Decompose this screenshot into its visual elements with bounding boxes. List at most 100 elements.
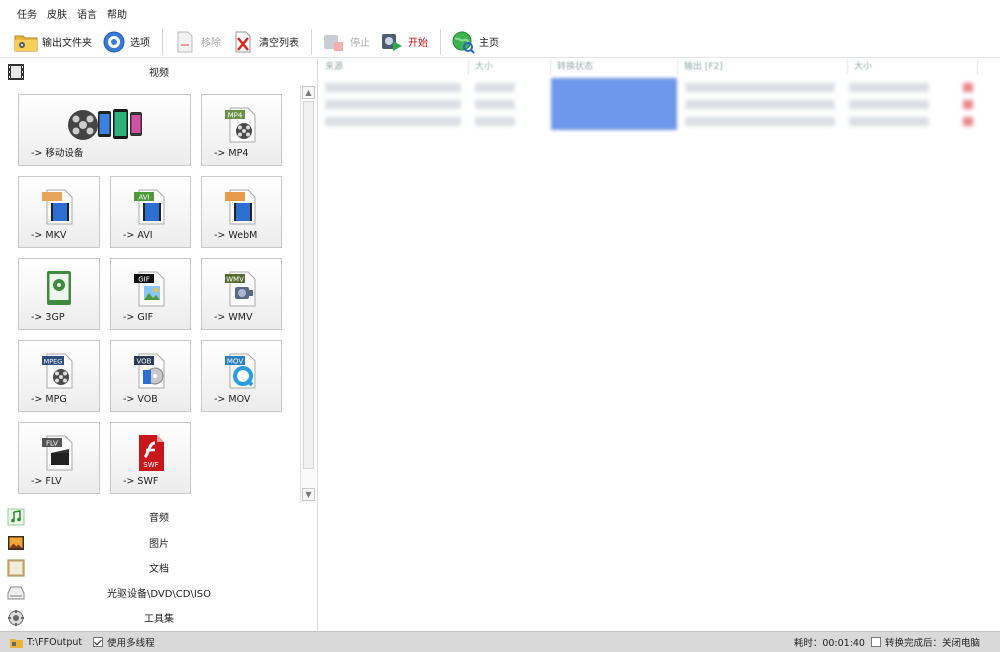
category-document-label: 文档 bbox=[149, 564, 169, 575]
avi-file-icon: AVI bbox=[131, 187, 171, 227]
format-tile-flv[interactable]: FLV -> FLV bbox=[18, 422, 100, 494]
format-tile-mpg[interactable]: MPEG -> MPG bbox=[18, 340, 100, 412]
category-video[interactable]: 视频 bbox=[0, 59, 318, 84]
tag-avi: AVI bbox=[138, 194, 149, 202]
remove-task-icon[interactable] bbox=[963, 100, 973, 109]
table-row[interactable] bbox=[319, 96, 1000, 113]
scroll-up-arrow-icon[interactable]: ▲ bbox=[302, 86, 315, 99]
blurred-cell bbox=[685, 100, 835, 109]
output-path[interactable]: T:\FFOutput bbox=[27, 637, 82, 648]
folder-icon bbox=[14, 30, 38, 54]
output-folder-label: 输出文件夹 bbox=[42, 38, 92, 49]
category-document[interactable]: 文档 bbox=[0, 555, 318, 580]
multithread-label: 使用多线程 bbox=[107, 638, 155, 649]
format-tile-label: -> WMV bbox=[214, 312, 253, 323]
optical-drive-icon bbox=[7, 584, 25, 602]
tag-vob: VOB bbox=[136, 358, 151, 366]
remove-label: 移除 bbox=[201, 38, 221, 49]
home-button[interactable]: 主页 bbox=[447, 28, 503, 56]
format-tile-swf[interactable]: SWF -> SWF bbox=[110, 422, 191, 494]
format-tile-mp4[interactable]: MP4 -> MP4 bbox=[201, 94, 282, 166]
category-picture-label: 图片 bbox=[149, 539, 169, 550]
format-tile-mobile[interactable]: -> 移动设备 bbox=[18, 94, 191, 166]
wmv-file-icon: WMV bbox=[222, 269, 262, 309]
multithread-checkbox[interactable] bbox=[93, 637, 104, 647]
format-tile-webm[interactable]: -> WebM bbox=[201, 176, 282, 248]
column-header-output[interactable]: 输出 [F2] bbox=[678, 59, 848, 75]
options-button[interactable]: 选项 bbox=[98, 28, 154, 56]
menu-language[interactable]: 语言 bbox=[72, 6, 102, 21]
format-tile-gif[interactable]: GIF -> GIF bbox=[110, 258, 191, 330]
clear-list-button[interactable]: 清空列表 bbox=[227, 28, 303, 56]
category-audio[interactable]: 音频 bbox=[0, 504, 318, 529]
column-header-status[interactable]: 转换状态 bbox=[551, 59, 678, 75]
format-tile-label: -> GIF bbox=[123, 312, 154, 323]
output-folder-icon[interactable] bbox=[10, 637, 23, 648]
menu-bar: 任务 皮肤 语言 帮助 bbox=[0, 0, 1000, 26]
elapsed-time: 耗时：00:01:40 bbox=[793, 638, 865, 649]
category-picture[interactable]: 图片 bbox=[0, 530, 318, 555]
mobile-devices-icon bbox=[65, 105, 145, 145]
remove-task-icon[interactable] bbox=[963, 117, 973, 126]
start-button[interactable]: 开始 bbox=[376, 28, 432, 56]
remove-task-icon[interactable] bbox=[963, 83, 973, 92]
after-convert-checkbox[interactable] bbox=[870, 637, 881, 647]
column-header-size[interactable]: 大小 bbox=[469, 59, 551, 75]
format-tile-label: -> WebM bbox=[214, 230, 258, 241]
stop-label: 停止 bbox=[350, 38, 370, 49]
category-optical-drive[interactable]: 光驱设备\DVD\CD\ISO bbox=[0, 580, 318, 605]
blurred-cell bbox=[325, 83, 461, 92]
tag-mov: MOV bbox=[226, 358, 242, 366]
format-tile-label: -> VOB bbox=[123, 394, 158, 405]
scroll-down-arrow-icon[interactable]: ▼ bbox=[302, 488, 315, 501]
format-tile-label: -> AVI bbox=[123, 230, 153, 241]
format-tile-label: -> FLV bbox=[31, 476, 62, 487]
blurred-cell bbox=[685, 83, 835, 92]
menu-help[interactable]: 帮助 bbox=[102, 6, 132, 21]
tile-grid-scrollbar[interactable]: ▲ ▼ bbox=[300, 85, 316, 503]
toolbar-separator bbox=[311, 28, 312, 55]
blurred-cell bbox=[475, 117, 515, 126]
blurred-cell bbox=[325, 117, 461, 126]
format-tile-wmv[interactable]: WMV -> WMV bbox=[201, 258, 282, 330]
table-row[interactable] bbox=[319, 79, 1000, 96]
tag-gif: GIF bbox=[138, 276, 150, 284]
toolbox-icon bbox=[7, 609, 25, 627]
options-label: 选项 bbox=[130, 38, 150, 49]
document-icon bbox=[7, 559, 25, 577]
blurred-cell bbox=[849, 117, 929, 126]
conversion-type-panel: 视频 -> 移动设备 MP4 -> MP4 -> MKV AVI -> AVI … bbox=[0, 59, 318, 631]
format-tile-vob[interactable]: VOB -> VOB bbox=[110, 340, 191, 412]
format-tile-mkv[interactable]: -> MKV bbox=[18, 176, 100, 248]
stop-icon bbox=[322, 30, 346, 54]
output-folder-button[interactable]: 输出文件夹 bbox=[10, 28, 96, 56]
task-list-header: 来源 大小 转换状态 输出 [F2] 大小 bbox=[319, 59, 1000, 75]
start-play-icon bbox=[380, 30, 404, 54]
tag-mp4: MP4 bbox=[227, 112, 242, 120]
column-header-source[interactable]: 来源 bbox=[319, 59, 469, 75]
gif-file-icon: GIF bbox=[131, 269, 171, 309]
remove-file-icon bbox=[173, 30, 197, 54]
swf-file-icon: SWF bbox=[131, 433, 171, 473]
format-tile-mov[interactable]: MOV -> MOV bbox=[201, 340, 282, 412]
format-tile-grid: -> 移动设备 MP4 -> MP4 -> MKV AVI -> AVI -> bbox=[0, 87, 300, 503]
format-tile-3gp[interactable]: -> 3GP bbox=[18, 258, 100, 330]
scroll-thumb[interactable] bbox=[303, 101, 314, 469]
after-convert-label[interactable]: 转换完成后：关闭电脑 bbox=[885, 635, 980, 649]
menu-task[interactable]: 任务 bbox=[12, 6, 42, 21]
clear-list-icon bbox=[231, 30, 255, 54]
3gp-file-icon bbox=[39, 269, 79, 309]
toolbar-separator bbox=[440, 28, 441, 55]
toolbar: 输出文件夹 选项 移除 清空列表 停止 开始 主页 bbox=[0, 26, 1000, 58]
globe-home-icon bbox=[451, 30, 475, 54]
format-tile-avi[interactable]: AVI -> AVI bbox=[110, 176, 191, 248]
category-video-label: 视频 bbox=[149, 68, 169, 79]
category-toolbox[interactable]: 工具集 bbox=[0, 605, 318, 630]
menu-skin[interactable]: 皮肤 bbox=[42, 6, 72, 21]
column-header-output-size[interactable]: 大小 bbox=[848, 59, 978, 75]
music-note-icon bbox=[7, 508, 25, 526]
tag-mpeg: MPEG bbox=[44, 358, 63, 366]
stop-button[interactable]: 停止 bbox=[318, 28, 374, 56]
remove-button[interactable]: 移除 bbox=[169, 28, 225, 56]
table-row[interactable] bbox=[319, 113, 1000, 130]
